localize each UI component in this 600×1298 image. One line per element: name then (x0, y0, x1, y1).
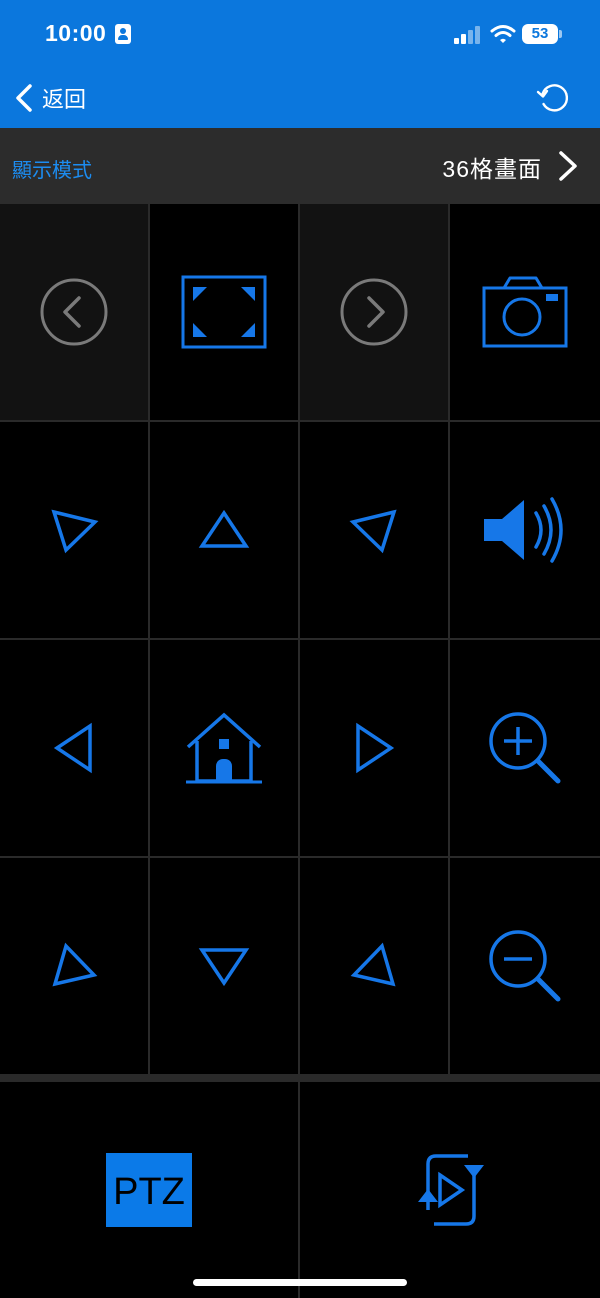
back-label: 返回 (42, 87, 87, 112)
nav-bar: 返回 (0, 70, 600, 128)
chevron-left-icon (16, 84, 32, 112)
refresh-icon[interactable] (536, 80, 572, 116)
battery-indicator: 53 (522, 24, 558, 44)
chevron-right-icon (559, 151, 577, 181)
ptz-icon: PTZ (106, 1153, 192, 1227)
pan-down-left-icon (52, 942, 98, 987)
pan-left-button[interactable] (0, 640, 148, 856)
wifi-icon (490, 25, 516, 43)
home-icon (186, 712, 262, 784)
cellular-signal-icon (454, 26, 482, 44)
pan-up-left-button[interactable] (0, 422, 148, 638)
pan-up-button[interactable] (150, 422, 298, 638)
pan-right-button[interactable] (300, 640, 448, 856)
zoom-in-icon (489, 712, 561, 784)
pan-right-icon (356, 722, 395, 774)
next-circle-icon (340, 278, 408, 346)
zoom-out-icon (489, 930, 561, 1002)
snapshot-button[interactable] (450, 204, 600, 420)
pan-up-icon (198, 509, 250, 548)
display-mode-label: 顯示模式 (12, 160, 92, 182)
playback-button[interactable] (300, 1082, 600, 1298)
zoom-out-button[interactable] (450, 858, 600, 1074)
audio-button[interactable] (450, 422, 600, 638)
previous-circle-icon (40, 278, 108, 346)
pan-up-right-icon (349, 509, 397, 554)
fullscreen-button[interactable] (150, 204, 298, 420)
battery-cap (559, 30, 562, 38)
pan-up-right-button[interactable] (300, 422, 448, 638)
pan-down-left-button[interactable] (0, 858, 148, 1074)
pan-down-icon (198, 948, 250, 987)
speaker-icon (484, 497, 563, 563)
display-mode-selector[interactable]: 顯示模式 36格畫面 (0, 128, 600, 204)
display-mode-value: 36格畫面 (442, 156, 542, 182)
playback-cycle-icon (418, 1154, 484, 1226)
pan-up-left-icon (51, 509, 99, 554)
previous-button[interactable] (0, 204, 148, 420)
next-button[interactable] (300, 204, 448, 420)
pan-left-icon (53, 722, 92, 774)
home-position-button[interactable] (150, 640, 298, 856)
pan-down-button[interactable] (150, 858, 298, 1074)
pan-down-right-button[interactable] (300, 858, 448, 1074)
zoom-in-button[interactable] (450, 640, 600, 856)
ptz-button[interactable]: PTZ (0, 1082, 298, 1298)
pan-down-right-icon (350, 942, 396, 987)
id-card-icon (115, 24, 131, 44)
home-indicator (193, 1279, 407, 1286)
control-grid: PTZ (0, 204, 600, 1298)
camera-icon (482, 276, 568, 348)
fullscreen-icon (181, 275, 267, 349)
status-time: 10:00 (45, 20, 107, 46)
status-bar: 10:00 53 (0, 0, 600, 70)
back-button[interactable]: 返回 (14, 80, 86, 116)
ptz-label: PTZ (113, 1171, 185, 1213)
